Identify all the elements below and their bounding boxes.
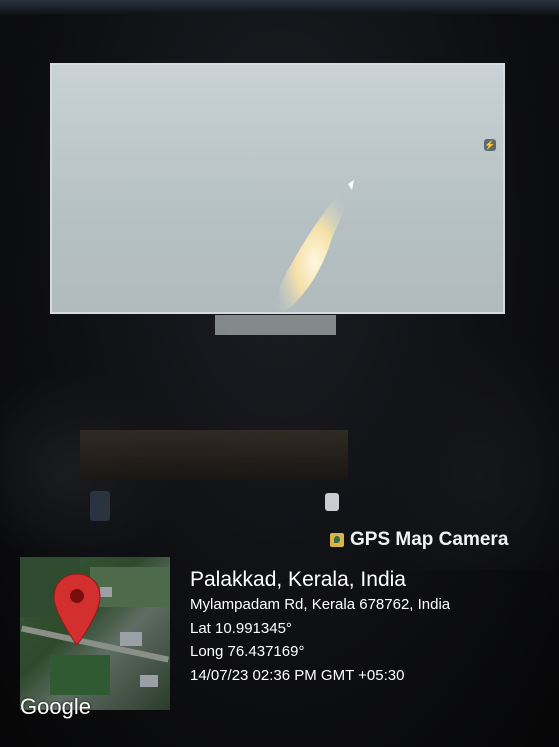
map-building — [120, 632, 142, 646]
badge-icon: ⚡ — [484, 139, 496, 151]
map-pin-icon — [53, 573, 101, 646]
gps-camera-icon — [330, 533, 344, 547]
location-info: Palakkad, Kerala, India Mylampadam Rd, K… — [190, 567, 450, 687]
chair — [90, 491, 110, 521]
stage-platform — [80, 430, 348, 480]
latitude: Lat 10.991345° — [190, 619, 292, 637]
city-line: Palakkad, Kerala, India — [190, 568, 406, 591]
longitude: Long 76.437169° — [190, 643, 305, 660]
map-field — [50, 655, 110, 695]
address-line: Mylampadam Rd, Kerala 678762, India — [190, 596, 451, 613]
chair — [325, 493, 339, 511]
gps-camera-tag: GPS Map Camera — [330, 529, 508, 551]
top-strip — [0, 0, 559, 14]
gps-camera-label: GPS Map Camera — [350, 529, 509, 550]
map-building — [140, 675, 158, 687]
screen-tape — [215, 315, 336, 335]
rocket-launch-plume — [276, 180, 354, 316]
timestamp: 14/07/23 02:36 PM GMT +05:30 — [190, 666, 405, 684]
google-logo: Google — [20, 694, 91, 719]
